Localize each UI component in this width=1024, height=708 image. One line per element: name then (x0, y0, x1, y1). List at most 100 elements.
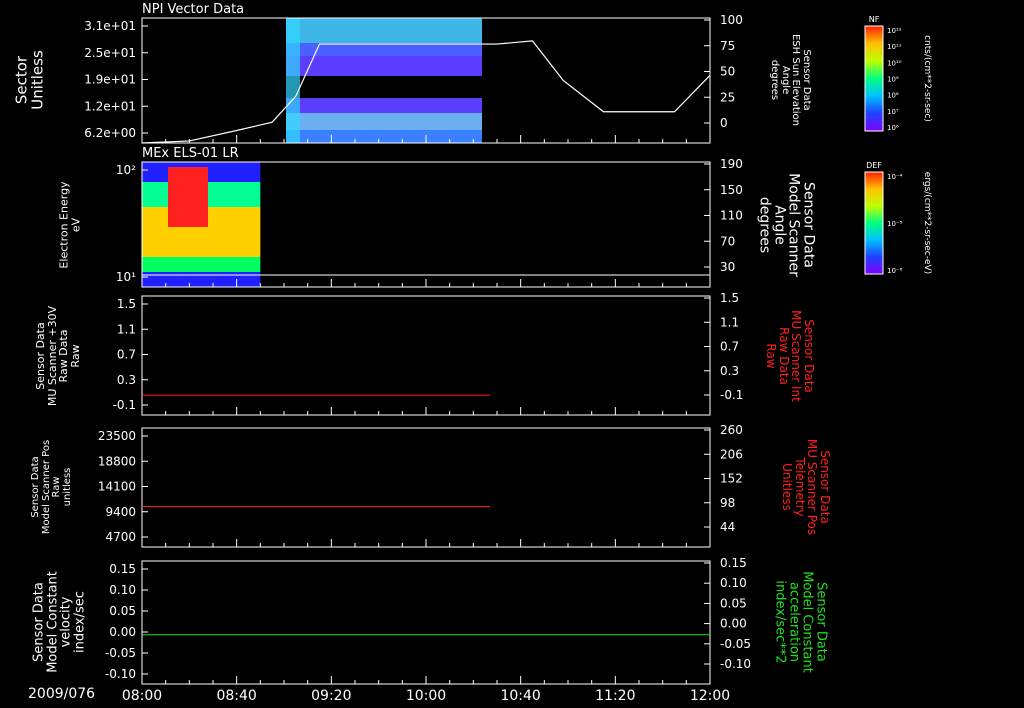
heatmap-band-npi (286, 113, 482, 130)
colorbar-2 (864, 171, 884, 275)
y-axis-label-line: Model Constant (799, 571, 815, 673)
y-axis-label-left-2: Electron Energy eV (57, 181, 82, 269)
y-axis-label-line: Electron Energy (57, 181, 71, 269)
heatmap-band-npi (286, 18, 482, 43)
y-axis-label-line: MU Scanner Int (789, 310, 804, 402)
y-tick-label-right: 150 (720, 183, 743, 197)
y-tick-label-right: 206 (720, 447, 743, 461)
y-tick-label-left: 0.7 (117, 348, 136, 362)
panel-frame-5 (141, 560, 711, 685)
y-tick-label-right: 98 (720, 496, 735, 510)
y-tick-label-right: 152 (720, 472, 743, 486)
colorbar-tick-label: 10⁷ (887, 108, 899, 116)
y-axis-label-right-4: Sensor Data MU Scanner Pos Telemetry Unitle… (780, 438, 832, 536)
y-axis-label-line: Sensor Data (801, 49, 812, 111)
heatmap-edge-npi (286, 18, 300, 143)
y-tick-label-right: 1.5 (720, 291, 739, 305)
panel-title-1: NPI Vector Data (142, 2, 245, 17)
y-axis-label-line: MU Scanner Pos (805, 438, 820, 536)
colorbar-tick-label: 10¹² (887, 27, 902, 35)
y-axis-label-line: unitless (61, 467, 73, 507)
plot-canvas: 3.1e+01 2.5e+01 1.9e+01 1.2e+01 6.2e+00 100 75… (84, 13, 932, 704)
y-axis-label-line: Raw (68, 344, 82, 368)
y-axis-label-line: Sensor Data (813, 582, 829, 662)
heatmap-band-npi (286, 130, 482, 143)
heatmap-band-npi (286, 98, 482, 113)
y-tick-label-left: 9400 (105, 505, 136, 519)
y-axis-label-line: index/sec (72, 591, 88, 653)
time-tick-label: 10:00 (406, 688, 446, 704)
y-axis-label-line: Unitless (780, 463, 795, 511)
y-tick-label-right: -0.10 (720, 657, 751, 671)
y-tick-label-right: 30 (720, 260, 735, 274)
y-tick-label-left: 0.05 (109, 604, 136, 618)
y-tick-label-left: 1.9e+01 (84, 73, 136, 87)
y-tick-label-left: 1.5 (117, 297, 136, 311)
y-axis-label-left-1: Sector Unitless (12, 50, 46, 110)
time-tick-label: 10:40 (500, 688, 540, 704)
y-tick-label-left: 10¹ (116, 270, 136, 284)
y-axis-label-line: Angle (780, 65, 791, 95)
time-tick-label: 12:00 (690, 688, 730, 704)
y-tick-label-right: 0 (720, 116, 728, 130)
colorbar-tick-label: 10⁻⁴ (887, 173, 903, 181)
y-tick-label-left: 6.2e+00 (84, 126, 136, 140)
y-axis-label-line: Model Scanner (785, 173, 802, 277)
colorbar-tag: NF (869, 15, 880, 24)
y-tick-label-left: -0.10 (105, 667, 136, 681)
panel-title-2: MEx ELS-01 LR (142, 146, 239, 161)
y-tick-label-left: 2.5e+01 (84, 46, 136, 60)
y-axis-label-line: ESH Sun Elevation (790, 33, 802, 127)
y-tick-label-right: 1.1 (720, 315, 739, 329)
y-tick-label-right: 44 (720, 520, 735, 534)
colorbar-unit: cnts/(cm**2-sr-sec) (922, 35, 932, 122)
y-axis-label-left-4: Sensor Data Model Scanner Pos Raw unitless (30, 440, 73, 534)
y-tick-label-right: -0.1 (720, 388, 743, 402)
colorbar-unit: ergs/(cm**2-sr-sec-eV) (922, 172, 932, 274)
colorbar-tick-label: 10⁶ (887, 124, 899, 132)
y-tick-label-right: 110 (720, 209, 743, 223)
y-axis-label-line: degrees (756, 196, 773, 254)
y-axis-label-line: Sensor Data (31, 582, 47, 662)
y-tick-label-right: 260 (720, 423, 743, 437)
y-tick-label-right: 100 (720, 13, 743, 27)
y-tick-label-right: 0.10 (720, 576, 747, 590)
time-tick-label: 08:40 (216, 688, 256, 704)
y-tick-label-left: 0.15 (109, 562, 136, 576)
panel-frame-4 (141, 427, 711, 548)
y-tick-label-left: -0.05 (105, 646, 136, 660)
y-axis-label-line: Angle (771, 205, 787, 245)
colorbar-tag: DEF (866, 161, 882, 170)
y-axis-label-line: Raw Data (777, 327, 791, 385)
y-tick-label-right: 190 (720, 157, 743, 171)
y-axis-label-line: Sensor Data (30, 456, 41, 518)
y-axis-label-line: Unitless (28, 50, 46, 110)
y-axis-label-right-2: Sensor Data Model Scanner Angle degrees (756, 173, 816, 277)
time-tick-label: 09:20 (311, 688, 351, 704)
y-tick-label-left: -0.1 (113, 398, 136, 412)
date-label: 2009/076 (28, 686, 96, 702)
y-axis-label-right-3: Sensor Data MU Scanner Int Raw Data Raw (764, 310, 817, 402)
y-tick-label-right: 25 (720, 90, 735, 104)
time-tick-label: 08:00 (122, 688, 162, 704)
heatmap-core-els (168, 167, 208, 227)
heatmap-band-els (142, 272, 261, 287)
y-axis-label-line: Raw (764, 343, 779, 369)
y-axis-label-line: Sensor Data (802, 319, 817, 393)
colorbar-tick-label: 10⁸ (887, 92, 899, 100)
y-tick-label-left: 4700 (105, 530, 136, 544)
y-axis-label-left-3: Sensor Data MU Scanner +30V Raw Data Raw (33, 306, 82, 406)
colorbar-tick-label: 10⁻⁵ (887, 220, 903, 228)
panel-frame-3 (141, 295, 711, 416)
y-axis-label-line: eV (69, 217, 82, 233)
y-tick-label-right: 0.7 (720, 340, 739, 354)
y-tick-label-left: 0.10 (109, 583, 136, 597)
y-tick-label-left: 10² (116, 163, 136, 177)
y-axis-label-left-5: Sensor Data Model Constant velocity index/s… (31, 571, 88, 673)
colorbar-1 (864, 25, 884, 132)
y-axis-label-right-1: Sensor Data ESH Sun Elevation Angle degrees (769, 33, 813, 127)
y-tick-label-left: 0.3 (117, 373, 136, 387)
y-tick-label-right: -0.05 (720, 637, 751, 651)
y-axis-label-line: Raw Data (57, 329, 70, 383)
y-axis-label-line: Sensor Data (33, 322, 47, 390)
